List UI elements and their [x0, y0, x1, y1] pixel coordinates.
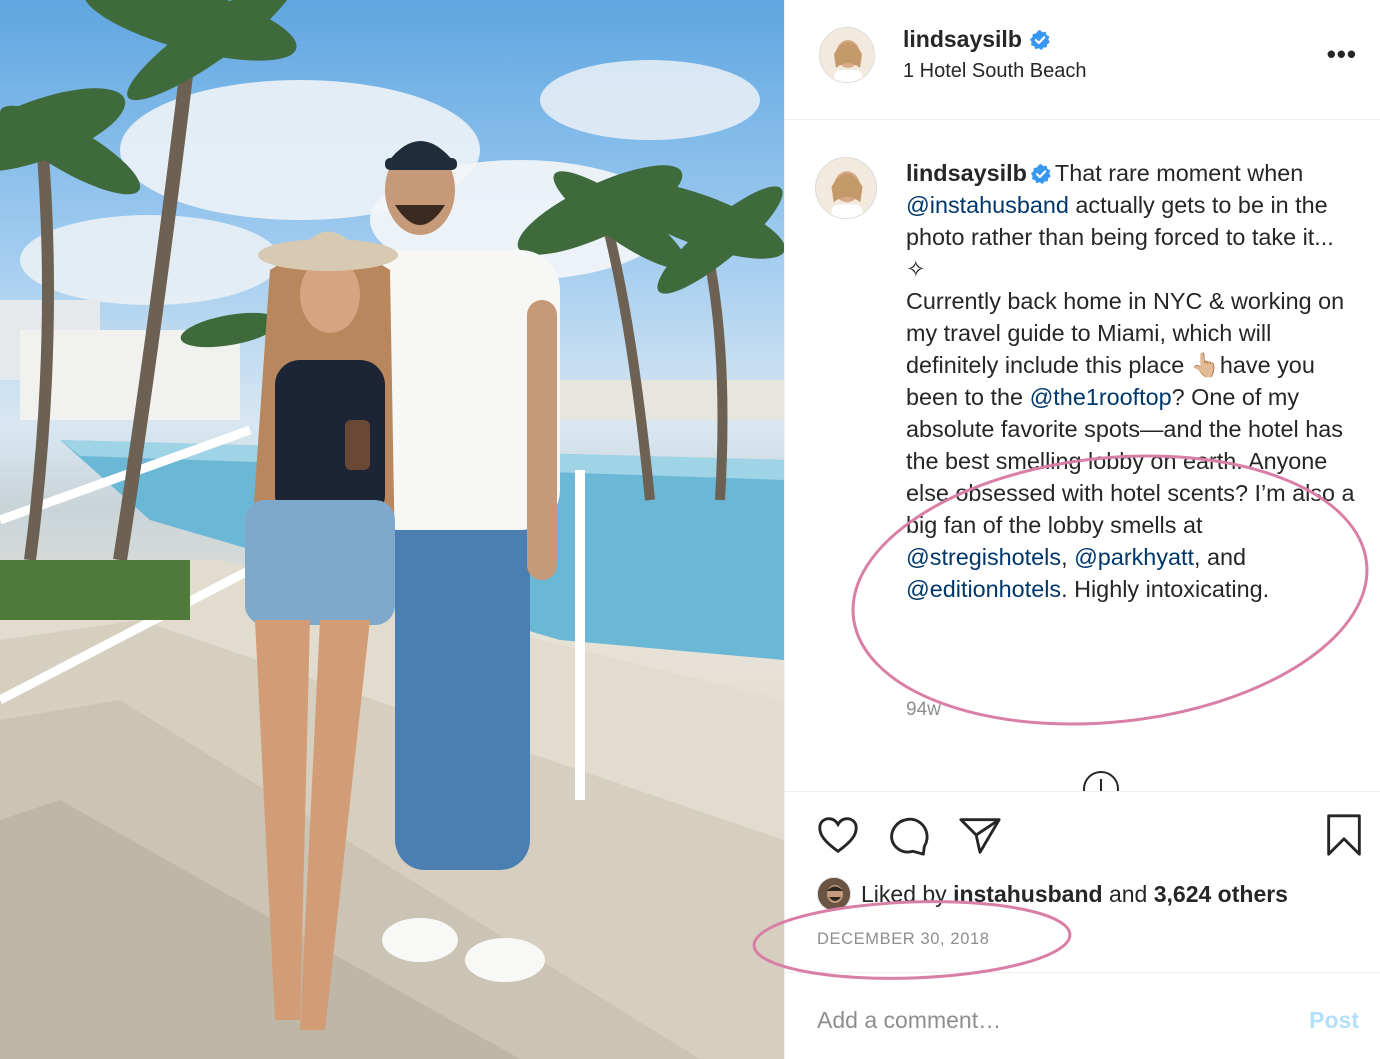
post-side-panel: lindsaysilb 1 Hotel South Beach ••• lind… [784, 0, 1380, 1059]
author-avatar[interactable] [819, 27, 875, 83]
sparkle-glyph: ✧ [906, 256, 926, 282]
share-icon[interactable] [957, 812, 1003, 858]
liked-by-prefix: Liked by [861, 880, 954, 907]
post-date[interactable]: DECEMBER 30, 2018 [817, 930, 990, 949]
liked-by-others[interactable]: 3,624 others [1154, 881, 1288, 907]
author-username[interactable]: lindsaysilb [903, 26, 1050, 53]
liked-by-and: and [1102, 880, 1154, 907]
bookmark-icon[interactable] [1321, 812, 1367, 858]
post-actions: Liked by instahusband and 3,624 others D… [785, 791, 1380, 1059]
liked-by: Liked by instahusband and 3,624 others [817, 877, 1288, 911]
caption-time-ago[interactable]: 94w [906, 699, 941, 721]
verified-badge-icon [1030, 164, 1051, 184]
caption-part: That rare moment when [1054, 160, 1304, 186]
comment-icon[interactable] [885, 812, 931, 858]
caption-part: , [1061, 544, 1075, 570]
post-photo[interactable] [0, 0, 784, 1059]
post-location[interactable]: 1 Hotel South Beach [903, 60, 1086, 83]
caption-block: lindsaysilb That rare moment when @instah… [785, 121, 1380, 791]
mention-link[interactable]: @editionhotels [906, 576, 1061, 602]
mention-link[interactable]: @parkhyatt [1074, 544, 1194, 570]
post-comment-button[interactable]: Post [1309, 1007, 1359, 1034]
caption-text: lindsaysilb That rare moment when @instah… [906, 157, 1368, 605]
heart-icon[interactable] [815, 812, 861, 858]
load-more-comments-icon[interactable] [1083, 771, 1119, 791]
caption-username[interactable]: lindsaysilb [906, 160, 1027, 186]
verified-badge-icon [1029, 29, 1050, 50]
post-header: lindsaysilb 1 Hotel South Beach ••• [785, 0, 1380, 120]
author-username-text[interactable]: lindsaysilb [903, 26, 1022, 53]
comment-bar: Post [785, 972, 1380, 1059]
liker-avatar[interactable] [817, 877, 851, 911]
mention-link[interactable]: @instahusband [906, 192, 1069, 218]
caption-author-avatar[interactable] [815, 157, 877, 219]
liked-by-user[interactable]: instahusband [953, 881, 1103, 907]
mention-link[interactable]: @stregishotels [906, 544, 1061, 570]
caption-part: , and [1194, 544, 1247, 570]
comment-input[interactable] [817, 1007, 1277, 1034]
mention-link[interactable]: @the1rooftop [1030, 384, 1172, 410]
pointing-up-emoji: 👆🏼 [1190, 352, 1220, 378]
caption-part: . Highly intoxicating. [1061, 576, 1270, 602]
photo-illustration [0, 0, 784, 1059]
more-options-icon[interactable]: ••• [1327, 41, 1357, 67]
